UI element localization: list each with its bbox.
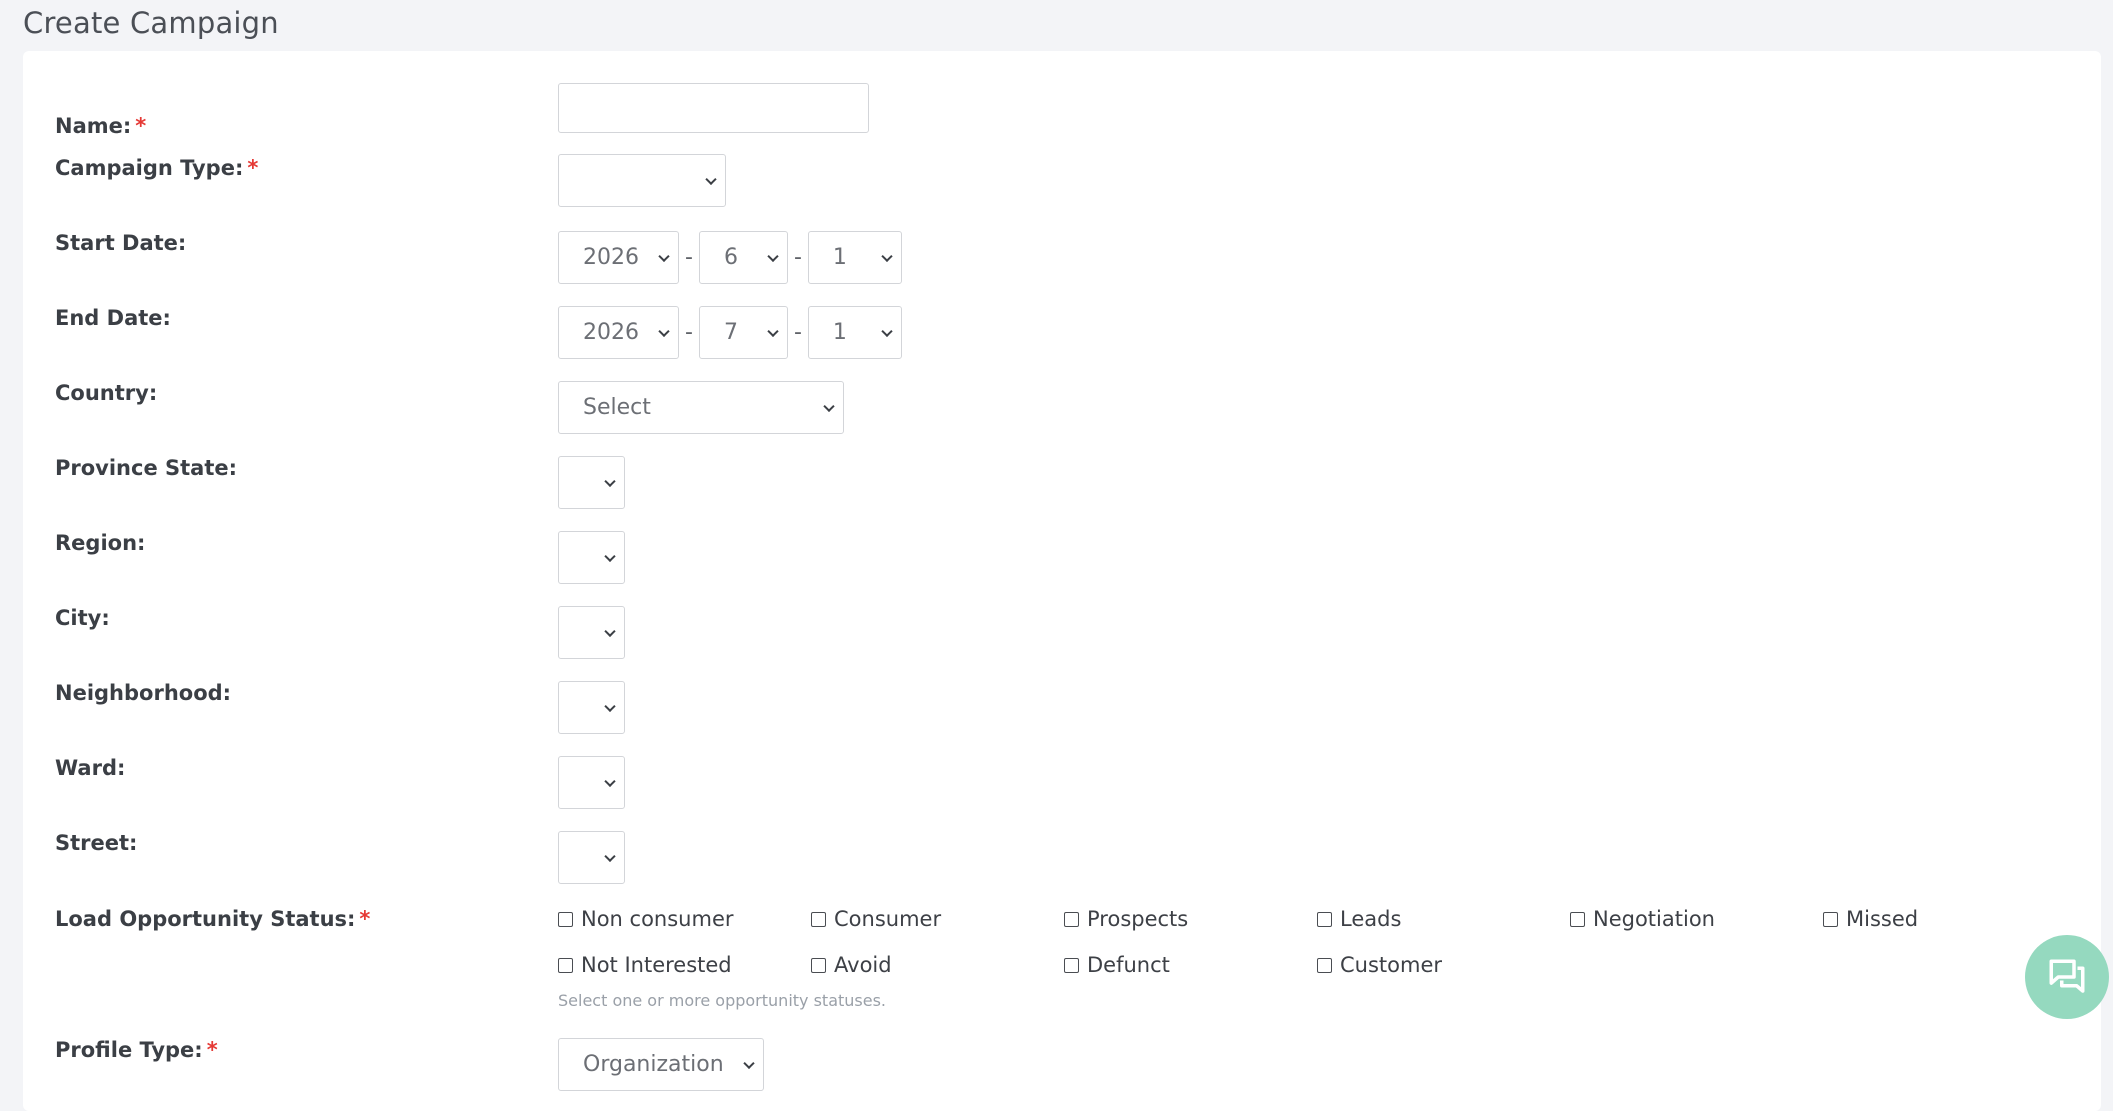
province-state-label: Province State:	[55, 456, 238, 480]
checkbox-box[interactable]	[558, 957, 573, 973]
checkbox-box[interactable]	[1317, 911, 1332, 927]
required-marker: *	[206, 1038, 218, 1062]
checkbox-box[interactable]	[1317, 957, 1332, 973]
date-separator: -	[793, 245, 802, 270]
start-date-label: Start Date:	[55, 231, 187, 255]
checkbox-non-consumer[interactable]: Non consumer	[558, 907, 734, 931]
checkbox-leads[interactable]: Leads	[1317, 907, 1401, 931]
chevron-down-icon	[658, 325, 670, 337]
opportunity-status-help: Select one or more opportunity statuses.	[558, 991, 887, 1010]
neighborhood-select[interactable]	[558, 681, 625, 734]
country-label: Country:	[55, 381, 158, 405]
required-marker: *	[359, 907, 371, 931]
end-month-select[interactable]: 7	[698, 306, 788, 359]
date-separator: -	[685, 320, 693, 345]
checkbox-not-interested[interactable]: Not Interested	[558, 953, 732, 977]
checkbox-box[interactable]	[1064, 911, 1079, 927]
checkbox-defunct[interactable]: Defunct	[1064, 953, 1170, 977]
chevron-down-icon	[743, 1057, 755, 1069]
checkbox-negotiation[interactable]: Negotiation	[1570, 907, 1715, 931]
date-separator: -	[793, 320, 802, 345]
chevron-down-icon	[604, 775, 616, 787]
campaign-type-select[interactable]	[558, 154, 726, 207]
checkbox-box[interactable]	[1064, 957, 1079, 973]
chat-button[interactable]	[2025, 935, 2109, 1019]
name-label: Name: *	[55, 114, 147, 138]
page-title: Create Campaign	[23, 6, 279, 40]
chevron-down-icon	[767, 250, 779, 262]
ward-label: Ward:	[55, 756, 126, 780]
opportunity-status-label: Load Opportunity Status: *	[55, 907, 371, 931]
street-select[interactable]	[558, 831, 625, 884]
campaign-form: Name: * Campaign Type: * Start Date: 2026 …	[23, 51, 2101, 1111]
end-day-select[interactable]: 1	[807, 306, 902, 359]
profile-type-select[interactable]: Organization	[558, 1038, 764, 1091]
region-select[interactable]	[558, 531, 625, 584]
checkbox-prospects[interactable]: Prospects	[1064, 907, 1188, 931]
checkbox-box[interactable]	[558, 911, 573, 927]
start-day-select[interactable]: 1	[807, 231, 902, 284]
city-select[interactable]	[558, 606, 625, 659]
required-marker: *	[247, 156, 259, 180]
chevron-down-icon	[881, 325, 893, 337]
country-select[interactable]: Select	[558, 381, 844, 434]
checkbox-box[interactable]	[811, 911, 826, 927]
checkbox-box[interactable]	[1570, 911, 1585, 927]
province-state-select[interactable]	[558, 456, 625, 509]
neighborhood-label: Neighborhood:	[55, 681, 232, 705]
checkbox-avoid[interactable]: Avoid	[811, 953, 892, 977]
chevron-down-icon	[604, 625, 616, 637]
end-date-label: End Date:	[55, 306, 171, 330]
end-year-select[interactable]: 2026	[558, 306, 679, 359]
ward-select[interactable]	[558, 756, 625, 809]
checkbox-box[interactable]	[1823, 911, 1838, 927]
profile-type-label: Profile Type: *	[55, 1038, 218, 1062]
chevron-down-icon	[604, 700, 616, 712]
start-month-select[interactable]: 6	[698, 231, 788, 284]
required-marker: *	[135, 114, 147, 138]
chevron-down-icon	[705, 173, 717, 185]
region-label: Region:	[55, 531, 146, 555]
checkbox-consumer[interactable]: Consumer	[811, 907, 941, 931]
checkbox-missed[interactable]: Missed	[1823, 907, 1918, 931]
chevron-down-icon	[767, 325, 779, 337]
chevron-down-icon	[604, 475, 616, 487]
chevron-down-icon	[658, 250, 670, 262]
chevron-down-icon	[823, 400, 835, 412]
checkbox-box[interactable]	[811, 957, 826, 973]
city-label: City:	[55, 606, 110, 630]
chevron-down-icon	[881, 250, 893, 262]
start-year-select[interactable]: 2026	[558, 231, 679, 284]
end-date-field: 2026 - 7 - 1	[558, 306, 902, 359]
chevron-down-icon	[604, 550, 616, 562]
chevron-down-icon	[604, 850, 616, 862]
street-label: Street:	[55, 831, 138, 855]
name-field-wrap	[558, 83, 869, 133]
campaign-type-label: Campaign Type: *	[55, 156, 259, 180]
checkbox-customer[interactable]: Customer	[1317, 953, 1442, 977]
date-separator: -	[685, 245, 693, 270]
name-input[interactable]	[558, 83, 869, 133]
start-date-field: 2026 - 6 - 1	[558, 231, 902, 284]
chat-icon	[2049, 959, 2085, 993]
